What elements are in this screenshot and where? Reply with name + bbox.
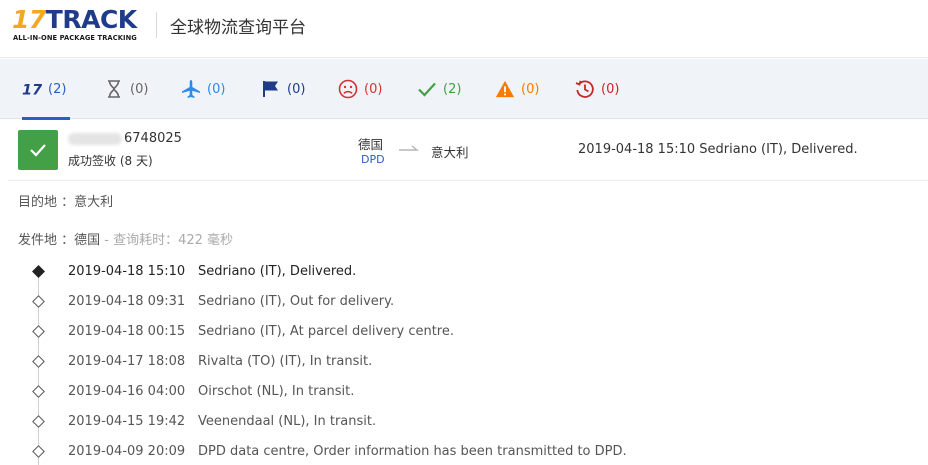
warning-icon [495, 79, 515, 99]
timeline-marker-icon [32, 265, 45, 278]
timeline-marker-icon [32, 385, 45, 398]
page-header: 17TRACK ALL-IN-ONE PACKAGE TRACKING 全球物流… [0, 0, 928, 58]
event-description: Sedriano (IT), At parcel delivery centre… [198, 324, 455, 339]
tab-count: (0) [130, 81, 149, 97]
header-divider [156, 12, 157, 38]
tab-count: (0) [601, 81, 620, 97]
tab-count: (0) [207, 81, 226, 97]
flag-icon [261, 79, 281, 99]
status-tab-bar: 17 (2) (0) (0) (0) (0) (2) (0) (0) [0, 59, 928, 120]
destination-info: 目的地 ：意大利 [18, 191, 113, 210]
event-description: Veenendaal (NL), In transit. [198, 414, 377, 429]
latest-event: 2019-04-18 15:10 Sedriano (IT), Delivere… [578, 142, 858, 157]
delivered-status-icon [18, 130, 58, 170]
event-time: 2019-04-16 04:00 [68, 384, 186, 399]
timeline-marker-icon [32, 355, 45, 368]
timeline-event: 2019-04-17 18:08 Rivalta (TO) (IT), In t… [0, 346, 928, 376]
event-description: Rivalta (TO) (IT), In transit. [198, 354, 373, 369]
history-icon [575, 79, 595, 99]
tab-pending[interactable]: (0) [104, 59, 148, 119]
tab-count: (0) [287, 81, 306, 97]
tab-count: (0) [521, 81, 540, 97]
event-time: 2019-04-15 19:42 [68, 414, 186, 429]
airplane-icon [181, 79, 201, 99]
event-time: 2019-04-09 20:09 [68, 444, 186, 459]
timeline-marker-icon [32, 325, 45, 338]
tab-expired[interactable]: (0) [575, 59, 619, 119]
tab-all[interactable]: 17 (2) [22, 59, 70, 120]
tab-alert[interactable]: (0) [495, 59, 539, 119]
event-description: Sedriano (IT), Out for delivery. [198, 294, 395, 309]
timeline-marker-icon [32, 445, 45, 458]
origin-label: 发件地 ： [18, 233, 75, 248]
logo-wordmark: 17TRACK [12, 5, 137, 34]
tab-count: (0) [364, 81, 383, 97]
route-arrow-icon [398, 142, 420, 154]
timeline-event: 2019-04-18 15:10 Sedriano (IT), Delivere… [0, 256, 928, 286]
timeline-event: 2019-04-18 00:15 Sedriano (IT), At parce… [0, 316, 928, 346]
tab-in-transit[interactable]: (0) [181, 59, 225, 119]
destination-label: 目的地 ： [18, 195, 75, 210]
carrier-link[interactable]: DPD [361, 153, 385, 166]
tab-count: (2) [48, 81, 67, 97]
timeline-event: 2019-04-18 09:31 Sedriano (IT), Out for … [0, 286, 928, 316]
hourglass-icon [104, 79, 124, 99]
sad-face-icon [338, 79, 358, 99]
origin-value: 德国 [74, 233, 101, 248]
page-title: 全球物流查询平台 [170, 18, 306, 38]
tab-delivered[interactable]: (2) [417, 59, 461, 119]
event-time: 2019-04-18 09:31 [68, 294, 186, 309]
timeline-event: 2019-04-15 19:42 Veenendaal (NL), In tra… [0, 406, 928, 436]
redacted-number [68, 132, 122, 145]
event-description: Sedriano (IT), Delivered. [198, 264, 357, 279]
origin-info: 发件地 ：德国 - 查询耗时：422 毫秒 [18, 229, 233, 248]
event-time: 2019-04-18 15:10 [68, 264, 186, 279]
tab-undelivered[interactable]: (0) [338, 59, 382, 119]
tab-pick-up[interactable]: (0) [261, 59, 305, 119]
event-time: 2019-04-17 18:08 [68, 354, 186, 369]
timeline-event: 2019-04-09 20:09 DPD data centre, Order … [0, 436, 928, 465]
timeline-marker-icon [32, 295, 45, 308]
tracking-result-row[interactable]: 6748025 成功签收 (8 天) 德国 DPD 意大利 2019-04-18… [8, 120, 928, 181]
tab-count: (2) [443, 81, 462, 97]
timeline-event: 2019-04-16 04:00 Oirschot (NL), In trans… [0, 376, 928, 406]
17track-logo[interactable]: 17TRACK ALL-IN-ONE PACKAGE TRACKING [12, 6, 147, 46]
delivery-status: 成功签收 (8 天) [68, 154, 153, 168]
svg-text:17: 17 [22, 82, 42, 98]
17track-icon: 17 [22, 79, 42, 99]
timeline-marker-icon [32, 415, 45, 428]
logo-tagline: ALL-IN-ONE PACKAGE TRACKING [13, 34, 137, 42]
event-time: 2019-04-18 00:15 [68, 324, 186, 339]
destination-country: 意大利 [431, 145, 469, 160]
destination-value: 意大利 [74, 195, 114, 210]
checkmark-icon [417, 79, 437, 99]
event-description: Oirschot (NL), In transit. [198, 384, 355, 399]
origin-country: 德国 [358, 137, 384, 152]
query-time: - 查询耗时：422 毫秒 [100, 233, 234, 248]
event-description: DPD data centre, Order information has b… [198, 444, 627, 459]
tracking-number[interactable]: 6748025 [68, 131, 182, 146]
